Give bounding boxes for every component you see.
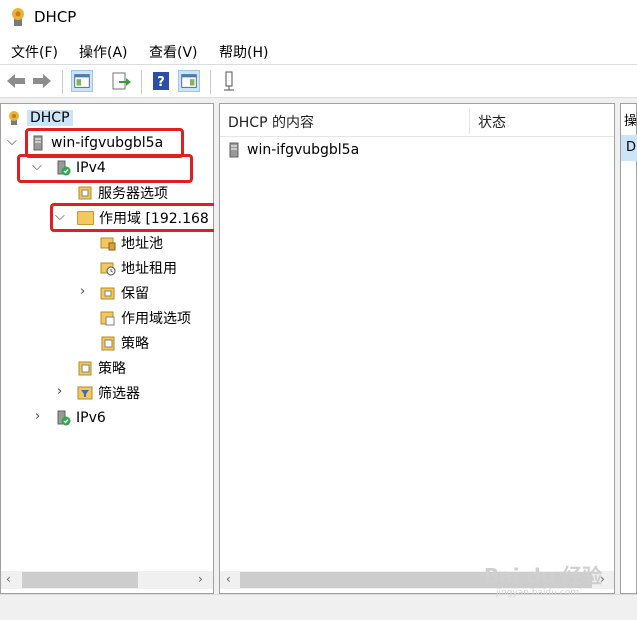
menu-separator: [0, 64, 637, 65]
tree-label-reservations: 保留: [121, 286, 149, 302]
tree-label-ipv6: IPv6: [76, 410, 106, 426]
chevron-down-icon[interactable]: ⌵: [7, 134, 17, 149]
filter-icon: [77, 386, 93, 400]
tree-label-address-pool: 地址池: [121, 236, 163, 252]
help-icon[interactable]: ?: [150, 70, 172, 92]
reservations-icon: [100, 287, 115, 300]
list-item[interactable]: win-ifgvubgbl5a: [226, 139, 359, 161]
tree-item-address-pool[interactable]: 地址池: [100, 232, 163, 254]
chevron-right-icon[interactable]: ›: [80, 284, 85, 299]
tree-item-filters[interactable]: 筛选器: [77, 382, 140, 404]
toolbar-divider: [210, 70, 211, 94]
server-icon: [229, 142, 239, 158]
tree-item-scope-policies[interactable]: 策略: [100, 332, 149, 354]
toolbar-divider: [141, 70, 142, 94]
tree-item-ipv6[interactable]: IPv6: [55, 407, 106, 429]
toolbar: [0, 66, 637, 98]
ipv6-server-icon: [57, 410, 71, 426]
tree-item-policies[interactable]: 策略: [77, 357, 126, 379]
highlight-box-scope: [50, 203, 214, 232]
menu-view[interactable]: 查看(V): [149, 42, 198, 62]
menu-file[interactable]: 文件(F): [11, 42, 58, 62]
options-icon: [78, 186, 92, 200]
chevron-right-icon[interactable]: ›: [57, 384, 62, 399]
scope-options-icon: [100, 311, 115, 326]
list-item-name: win-ifgvubgbl5a: [247, 142, 360, 158]
menu-action[interactable]: 操作(A): [79, 42, 128, 62]
watermark-url: jingyan.baidu.com: [496, 588, 580, 598]
svg-text:?: ?: [157, 75, 165, 90]
watermark-logo: Bai du 经验: [484, 564, 603, 588]
show-tree-icon[interactable]: [71, 70, 93, 92]
back-arrow-icon[interactable]: [5, 70, 27, 92]
content-pane: [219, 103, 615, 594]
column-header-name[interactable]: DHCP 的内容: [228, 112, 314, 132]
forward-arrow-icon[interactable]: [31, 70, 53, 92]
tree-label-scope-policies: 策略: [121, 336, 149, 352]
scroll-left-arrow-icon[interactable]: ‹: [6, 572, 11, 586]
dhcp-app-icon: [12, 8, 24, 26]
policy-icon: [78, 361, 92, 376]
column-divider[interactable]: [469, 108, 470, 134]
tree-label-filters: 筛选器: [98, 386, 140, 402]
title-bar: [0, 0, 637, 36]
scroll-left-arrow-icon[interactable]: ‹: [226, 572, 231, 586]
tree-label-policies: 策略: [98, 361, 126, 377]
policy-icon: [101, 336, 115, 351]
tree-label-scope-options: 作用域选项: [121, 311, 191, 327]
actions-item[interactable]: D: [626, 140, 636, 155]
window-title: DHCP: [34, 8, 77, 26]
tree-scroll-thumb[interactable]: [22, 572, 138, 588]
actions-pane: [620, 103, 637, 594]
export-list-icon[interactable]: [110, 70, 132, 92]
column-header-status[interactable]: 状态: [478, 112, 506, 132]
address-leases-icon: [100, 262, 116, 276]
menu-help[interactable]: 帮助(H): [219, 42, 268, 62]
tree-item-server-options[interactable]: 服务器选项: [77, 182, 168, 204]
property-icon[interactable]: [218, 70, 240, 92]
toolbar-divider: [62, 70, 63, 94]
tree-item-dhcp[interactable]: DHCP: [6, 107, 73, 129]
tree-item-reservations[interactable]: 保留: [100, 282, 149, 304]
dhcp-icon: [9, 111, 19, 125]
tree-item-address-leases[interactable]: 地址租用: [100, 257, 177, 279]
chevron-right-icon[interactable]: ›: [35, 409, 40, 424]
tree-label-address-leases: 地址租用: [121, 261, 177, 277]
highlight-box-ipv4: [17, 154, 193, 183]
tree-label-dhcp: DHCP: [27, 110, 73, 126]
tree-label-server-options: 服务器选项: [98, 186, 168, 202]
address-pool-icon: [100, 237, 116, 251]
console-view-icon[interactable]: [178, 70, 200, 92]
scroll-right-arrow-icon[interactable]: ›: [198, 572, 203, 586]
actions-header: 操: [624, 114, 637, 129]
tree-item-scope-options[interactable]: 作用域选项: [100, 307, 191, 329]
